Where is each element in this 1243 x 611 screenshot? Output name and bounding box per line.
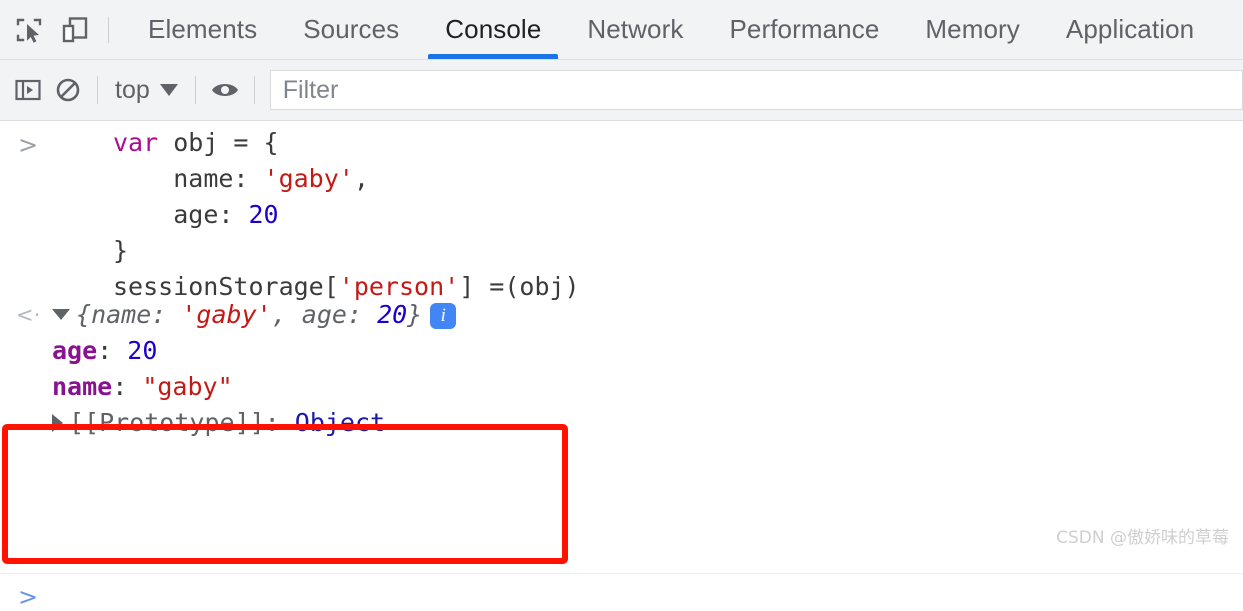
code-token: } [113,236,129,265]
property-colon: : [97,336,128,365]
devtools-tablist: Elements Sources Console Network Perform… [125,0,1217,59]
expand-triangle-icon[interactable] [52,309,70,320]
tab-label: Application [1065,14,1195,44]
object-prototype-row[interactable]: [[Prototype]]: Object [52,405,1243,441]
result-preview-row[interactable]: {name: 'gaby', age: 20} i [52,297,1243,333]
code-token: , [353,164,369,193]
code-token: obj = { [173,128,279,157]
console-sidebar-icon[interactable] [8,70,48,110]
red-annotation-box [2,424,568,564]
object-preview: {name: 'gaby', age: 20} [76,300,422,329]
execution-context-label: top [115,75,150,104]
info-badge-icon[interactable]: i [430,303,457,329]
tab-label: Network [587,14,684,44]
preview-key-name: name: [91,300,182,329]
tab-label: Performance [729,14,880,44]
property-key: name [52,372,113,401]
preview-value-name: 'gaby' [181,300,272,329]
tab-label: Elements [148,14,258,44]
console-messages: > var obj = { name: 'gaby', age: 20 } se… [0,121,1243,611]
chevron-down-icon [159,84,178,96]
live-expression-icon[interactable] [205,70,245,110]
devtools-window: Elements Sources Console Network Perform… [0,0,1243,611]
tab-label: Console [445,14,542,44]
execution-context-selector[interactable]: top [107,76,186,105]
active-tab-underline [428,54,559,59]
object-property-row[interactable]: age: 20 [52,333,1243,369]
toolbar-divider [194,76,196,104]
property-value: "gaby" [142,372,233,401]
tab-elements[interactable]: Elements [125,0,280,59]
tab-label: Memory [925,14,1020,44]
console-prompt-icon[interactable]: > [18,583,38,611]
watermark: CSDN @傲娇味的草莓 [1056,528,1229,548]
code-token-number: 20 [248,200,279,229]
tab-label: Sources [303,14,400,44]
console-toolbar: top Filter [0,60,1243,121]
inspect-element-icon[interactable] [6,7,52,53]
toolbar-divider [253,76,255,104]
device-toolbar-icon[interactable] [52,7,98,53]
code-token: age: [173,200,249,229]
console-result-message: <· {name: 'gaby', age: 20} i age: 20 name… [0,297,1243,441]
tab-application[interactable]: Application [1043,0,1217,59]
preview-key-age: age: [301,300,378,329]
return-value-icon: <· [16,303,41,327]
tab-sources[interactable]: Sources [280,0,422,59]
clear-console-icon[interactable] [48,70,88,110]
tab-performance[interactable]: Performance [706,0,902,59]
console-input-code: var obj = { name: 'gaby', age: 20 } sess… [113,125,1243,305]
console-divider [0,573,1243,574]
preview-brace-close: } [407,300,423,329]
filter-input[interactable]: Filter [269,70,1243,110]
devtools-tabbar: Elements Sources Console Network Perform… [0,0,1243,60]
tabbar-divider [108,16,109,43]
property-colon: : [112,372,143,401]
preview-value-age: 20 [377,300,408,329]
prototype-value: Object [294,408,386,437]
property-key: age [52,336,98,365]
tab-console[interactable]: Console [422,0,564,59]
prototype-label: [[Prototype]] [69,408,265,437]
toolbar-divider [97,76,98,104]
property-value: 20 [127,336,158,365]
prototype-colon: : [264,408,295,437]
filter-placeholder: Filter [282,75,339,104]
code-token-var: var [113,128,174,157]
input-prompt-icon: > [18,131,39,159]
console-input-message: > var obj = { name: 'gaby', age: 20 } se… [0,125,1243,305]
collapse-triangle-icon[interactable] [52,414,63,432]
tab-network[interactable]: Network [564,0,706,59]
object-property-row[interactable]: name: "gaby" [52,369,1243,405]
tab-memory[interactable]: Memory [902,0,1043,59]
preview-separator: , [271,300,302,329]
preview-brace-open: { [76,300,92,329]
code-token-string: 'gaby' [263,164,354,193]
code-token: name: [173,164,264,193]
